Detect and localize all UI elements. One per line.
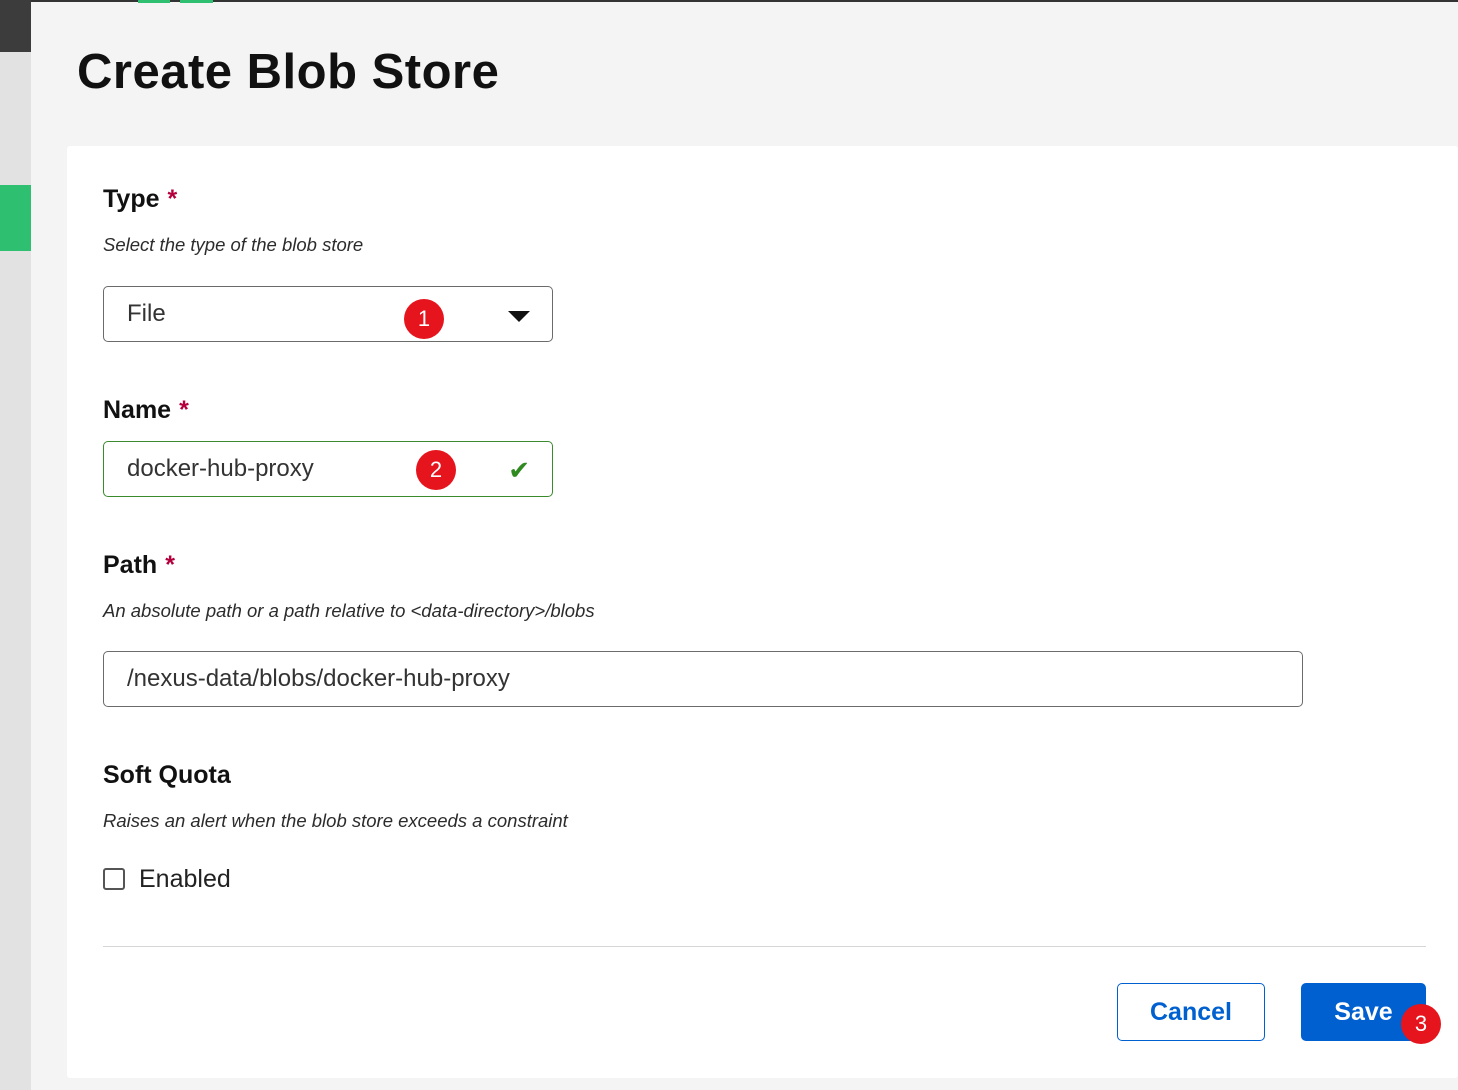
type-select[interactable]: File xyxy=(103,286,553,342)
chevron-down-icon[interactable] xyxy=(508,311,530,322)
path-input-value: /nexus-data/blobs/docker-hub-proxy xyxy=(127,665,510,692)
path-description: An absolute path or a path relative to <… xyxy=(103,600,595,621)
required-marker: * xyxy=(167,185,178,213)
name-field-label: Name * xyxy=(103,396,189,424)
left-nav-rail xyxy=(0,0,31,1090)
top-border xyxy=(31,0,1458,2)
nav-rail-active-indicator[interactable] xyxy=(0,185,31,251)
step-badge-1: 1 xyxy=(404,299,444,339)
soft-quota-enabled-label[interactable]: Enabled xyxy=(139,865,231,894)
required-marker: * xyxy=(179,396,189,424)
blob-store-form: Type * Select the type of the blob store … xyxy=(67,146,1458,1078)
checkmark-icon: ✔ xyxy=(508,455,530,485)
soft-quota-label: Soft Quota xyxy=(103,761,231,789)
step-badge-3: 3 xyxy=(1401,1004,1441,1044)
type-selected-value: File xyxy=(127,300,166,327)
nav-rail-header xyxy=(0,0,31,52)
type-field-label: Type * xyxy=(103,185,178,213)
page-title: Create Blob Store xyxy=(77,45,500,99)
step-badge-2: 2 xyxy=(416,450,456,490)
path-field-label: Path * xyxy=(103,551,175,579)
path-input[interactable]: /nexus-data/blobs/docker-hub-proxy xyxy=(103,651,1303,707)
cancel-button[interactable]: Cancel xyxy=(1117,983,1265,1041)
soft-quota-enabled-checkbox[interactable] xyxy=(103,868,125,890)
top-tab-indicator xyxy=(138,0,170,3)
name-input[interactable]: docker-hub-proxy ✔ xyxy=(103,441,553,497)
form-divider xyxy=(103,946,1426,947)
required-marker: * xyxy=(165,551,175,579)
name-input-value: docker-hub-proxy xyxy=(127,455,314,482)
top-tab-indicator xyxy=(180,0,213,3)
soft-quota-description: Raises an alert when the blob store exce… xyxy=(103,810,568,831)
type-description: Select the type of the blob store xyxy=(103,234,364,255)
